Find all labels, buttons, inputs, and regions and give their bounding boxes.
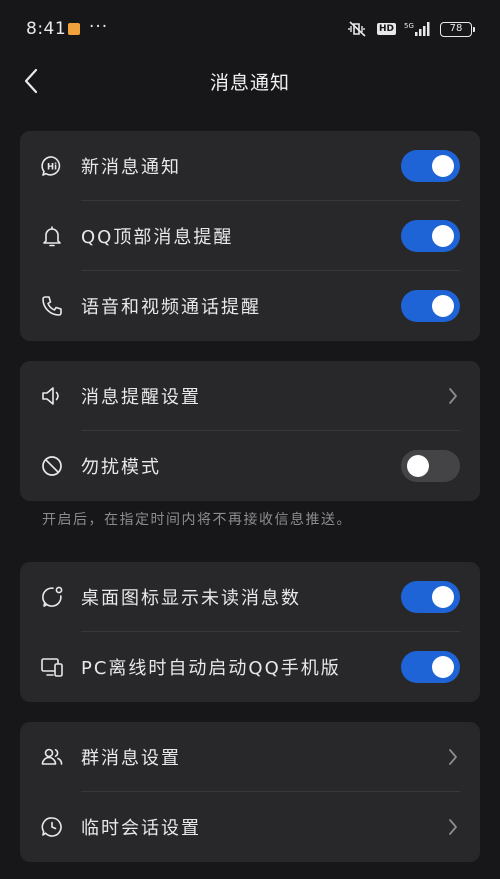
badge-bubble-icon: [40, 585, 64, 609]
row-label: 消息提醒设置: [81, 387, 201, 408]
no-disturb-icon: [40, 454, 64, 478]
call-reminder-toggle[interactable]: [401, 290, 460, 322]
mute-vibrate-icon: [348, 21, 366, 37]
qq-top-reminder-toggle[interactable]: [401, 220, 460, 252]
row-label: QQ顶部消息提醒: [81, 227, 234, 248]
do-not-disturb-toggle[interactable]: [401, 450, 460, 482]
notification-app-icon: [68, 23, 80, 35]
chevron-right-icon: [446, 387, 460, 405]
battery-icon: 78: [440, 21, 475, 37]
chevron-right-icon: [446, 818, 460, 836]
row-pc-offline-autostart[interactable]: PC离线时自动启动QQ手机版: [20, 632, 480, 702]
row-label: 语音和视频通话提醒: [81, 297, 261, 318]
row-new-message-notify[interactable]: Hi 新消息通知: [20, 131, 480, 201]
new-message-notify-toggle[interactable]: [401, 150, 460, 182]
settings-group-notifications: Hi 新消息通知 QQ顶部消息提醒 语音和视频通话提醒: [20, 131, 480, 341]
chevron-right-icon: [446, 748, 460, 766]
row-reminder-settings[interactable]: 消息提醒设置: [20, 361, 480, 431]
status-time: 8:41: [26, 19, 67, 39]
speaker-icon: [40, 384, 64, 408]
row-label: 桌面图标显示未读消息数: [81, 588, 301, 609]
svg-text:Hi: Hi: [47, 163, 57, 173]
row-temp-chat-settings[interactable]: 临时会话设置: [20, 792, 480, 862]
status-indicators: HD 5G 78: [347, 20, 475, 38]
signal-icon: 5G: [404, 22, 430, 36]
settings-group-reminders: 消息提醒设置 勿扰模式: [20, 361, 480, 501]
phone-icon: [40, 294, 64, 318]
row-unread-badge[interactable]: 桌面图标显示未读消息数: [20, 562, 480, 632]
row-call-reminder[interactable]: 语音和视频通话提醒: [20, 271, 480, 341]
svg-text:5G: 5G: [404, 22, 414, 30]
hi-bubble-icon: Hi: [40, 154, 64, 178]
row-label: 新消息通知: [81, 157, 181, 178]
row-label: 临时会话设置: [81, 818, 201, 839]
pc-offline-autostart-toggle[interactable]: [401, 651, 460, 683]
nav-bar: 消息通知: [0, 58, 500, 104]
row-qq-top-reminder[interactable]: QQ顶部消息提醒: [20, 201, 480, 271]
page-title: 消息通知: [209, 72, 290, 94]
row-label: 勿扰模式: [81, 457, 161, 478]
row-label: 群消息设置: [81, 748, 181, 769]
row-label: PC离线时自动启动QQ手机版: [81, 658, 341, 679]
pc-phone-icon: [40, 655, 64, 679]
unread-badge-toggle[interactable]: [401, 581, 460, 613]
do-not-disturb-hint: 开启后，在指定时间内将不再接收信息推送。: [42, 512, 352, 528]
bell-icon: [40, 224, 64, 248]
clock-icon: [40, 815, 64, 839]
status-bar: 8:41 ··· HD 5G 78: [0, 0, 500, 58]
settings-group-desktop: 桌面图标显示未读消息数 PC离线时自动启动QQ手机版: [20, 562, 480, 702]
row-do-not-disturb[interactable]: 勿扰模式: [20, 431, 480, 501]
row-group-message-settings[interactable]: 群消息设置: [20, 722, 480, 792]
group-icon: [40, 745, 64, 769]
more-notifications-icon: ···: [89, 17, 109, 37]
settings-group-conversations: 群消息设置 临时会话设置: [20, 722, 480, 862]
hd-icon: HD: [376, 23, 396, 35]
